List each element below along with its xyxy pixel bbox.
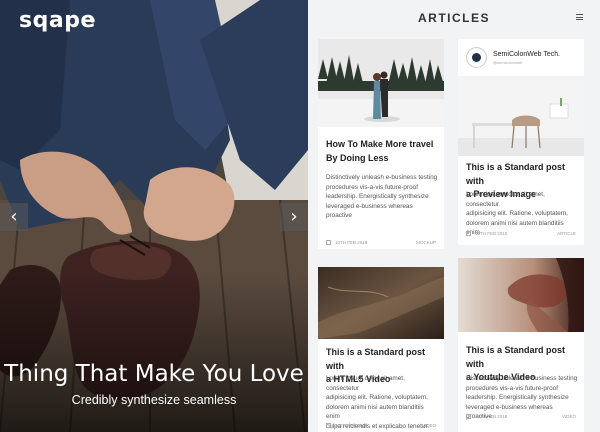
panel-title: ARTICLES <box>418 11 490 25</box>
article-card[interactable]: This is a Standard post with a Youtube V… <box>458 258 584 432</box>
excerpt-line: Lorem ipsum dolor sit amet, consectetur <box>466 191 545 208</box>
card-title[interactable]: How To Make More travel By Doing Less <box>326 138 438 165</box>
couple-snow-image <box>318 39 444 127</box>
desk-chair-image <box>458 76 584 156</box>
chevron-right-icon: › <box>290 206 298 227</box>
excerpt-line: Lorem ipsum dolor sit amet, consectetur <box>326 375 405 392</box>
excerpt-line: adipisicing elit. Ratione, voluptatem, <box>326 394 428 402</box>
card-meta: 10TH FEB 2018 ARTICLE <box>466 231 576 239</box>
card-title-line: How To Make More travel <box>326 139 434 149</box>
card-title-line: By Doing Less <box>326 152 389 163</box>
calendar-icon <box>326 240 331 245</box>
card-title-line: This is a Standard post with <box>466 162 566 186</box>
card-image[interactable] <box>318 267 444 339</box>
slider-prev-button[interactable]: ‹ <box>0 203 28 231</box>
card-category[interactable]: ARTICLE <box>557 231 576 236</box>
excerpt-line: leadership. Energistically synthesize <box>466 394 569 402</box>
card-image[interactable] <box>458 258 584 332</box>
card-title-line: This is a Standard post with <box>466 345 566 369</box>
author-name: SemiColonWeb Tech. <box>493 51 561 58</box>
author-handle: @semicolonweb <box>493 60 523 65</box>
logo-dot <box>90 18 95 23</box>
calendar-icon <box>466 414 471 419</box>
card-image[interactable] <box>318 39 444 127</box>
excerpt-line: Distinctively unleash e-business testing <box>326 174 438 181</box>
excerpt-line: leadership. Energistically synthesize <box>326 193 429 201</box>
card-image[interactable] <box>458 76 584 156</box>
menu-icon[interactable] <box>576 14 583 20</box>
card-meta: 10TH FEB 2018 MOCKUP <box>326 240 436 248</box>
card-excerpt: Distinctively unleash e-business testing… <box>326 173 438 221</box>
articles-panel: ARTICLES How To Make More travel By Doin… <box>308 0 600 432</box>
excerpt-line: leveraged e-business whereas proactive <box>326 202 413 220</box>
excerpt-line: procedures vis-a-vis future-proof <box>326 183 418 191</box>
calendar-icon <box>466 231 471 236</box>
card-date: 10TH FEB 2018 <box>335 240 368 245</box>
site-logo[interactable]: sqape <box>19 8 96 33</box>
article-card[interactable]: SemiColonWeb Tech. @semicolonweb This is… <box>458 39 584 245</box>
chevron-left-icon: ‹ <box>10 206 18 227</box>
excerpt-line: adipisicing elit. Ratione, voluptatem, <box>466 210 568 218</box>
card-title-line: This is a Standard post with <box>326 347 426 371</box>
page: sqape ‹ › Thing That Make You Love Credi… <box>0 0 600 432</box>
excerpt-line: dolorem animi nisi autem blanditiis enim <box>326 403 424 421</box>
card-author[interactable]: SemiColonWeb Tech. @semicolonweb <box>466 47 584 69</box>
article-card[interactable]: This is a Standard post with a HTML5 Vid… <box>318 267 444 432</box>
youtube-thumbnail-image <box>458 258 584 332</box>
article-card[interactable]: How To Make More travel By Doing Less Di… <box>318 39 444 249</box>
video-thumbnail-image <box>318 267 444 339</box>
card-date: 10TH FEB 2018 <box>475 414 508 419</box>
card-date: 10TH FEB 2018 <box>475 231 508 236</box>
card-category[interactable]: VIDEO <box>562 414 576 419</box>
hero-subtitle: Credibly synthesize seamless <box>71 393 237 407</box>
card-meta: 10TH FEB 2018 VIDEO <box>326 423 436 431</box>
hero-gradient-overlay <box>0 272 308 432</box>
excerpt-line: Distinctively unleash e-business testing <box>466 375 578 382</box>
slider-next-button[interactable]: › <box>280 203 308 231</box>
calendar-icon <box>326 423 331 428</box>
avatar <box>466 47 487 68</box>
hero-slider: sqape ‹ › Thing That Make You Love Credi… <box>0 0 308 432</box>
card-category[interactable]: VIDEO <box>422 423 436 428</box>
hero-title: Thing That Make You Love <box>4 361 304 387</box>
card-category[interactable]: MOCKUP <box>416 240 436 245</box>
excerpt-line: procedures vis-a-vis future-proof <box>466 384 558 392</box>
card-date: 10TH FEB 2018 <box>335 423 368 428</box>
card-meta: 10TH FEB 2018 VIDEO <box>466 414 576 422</box>
